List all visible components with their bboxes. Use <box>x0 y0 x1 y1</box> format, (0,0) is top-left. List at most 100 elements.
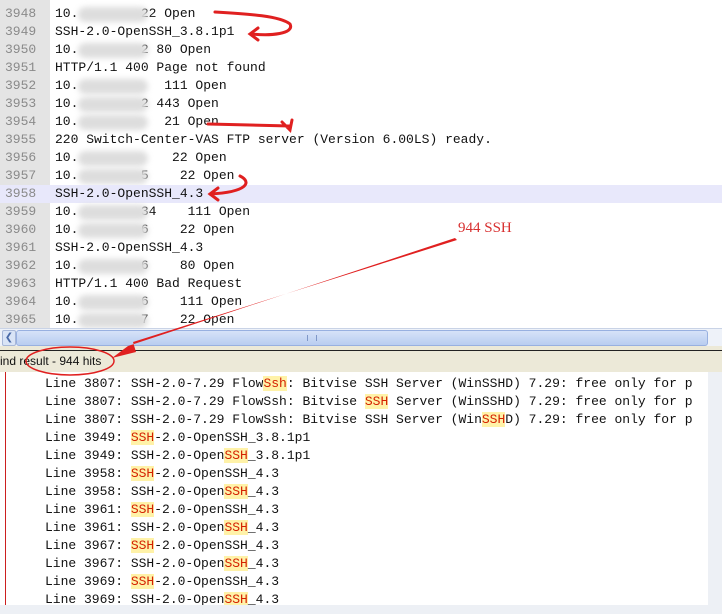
editor-line[interactable]: 3959 10. 34 111 Open <box>0 203 722 221</box>
redacted-ip-blur <box>78 259 148 274</box>
result-row[interactable]: Line 3967: SSH-2.0-OpenSSH_4.3 <box>45 555 279 573</box>
result-text: Line 3961: <box>45 502 131 517</box>
editor-line[interactable]: 396210. 6 80 Open <box>0 257 722 275</box>
editor-line[interactable]: 3954 10. 21 Open <box>0 113 722 131</box>
result-text: Line 3807: SSH-2.0-7.29 FlowSsh: Bitvise <box>45 394 365 409</box>
results-bottom-strip <box>0 605 722 614</box>
result-row[interactable]: Line 3961: SSH-2.0-OpenSSH_4.3 <box>45 501 279 519</box>
find-results-panel[interactable]: Line 3807: SSH-2.0-7.29 FlowSsh: Bitvise… <box>0 372 711 605</box>
result-text: D) 7.29: free only for p <box>505 412 693 427</box>
result-text: _4.3 <box>247 556 280 571</box>
editor-line[interactable]: 396510. 7 22 Open <box>0 311 722 328</box>
redacted-ip-blur <box>78 313 148 328</box>
redacted-ip-blur <box>78 151 148 166</box>
editor-line[interactable]: 3951 HTTP/1.1 400 Page not found <box>0 59 722 77</box>
redacted-ip-blur <box>78 223 148 238</box>
result-match: SSH <box>364 394 389 409</box>
result-row[interactable]: Line 3967: SSH-2.0-OpenSSH_4.3 <box>45 537 279 555</box>
line-number: 3962 <box>5 258 37 273</box>
find-result-header: ind result - 944 hits <box>0 351 722 372</box>
editor-line[interactable]: 395010. 2 80 Open <box>0 41 722 59</box>
line-number: 3955 <box>5 132 37 147</box>
result-text: Line 3967: <box>45 538 131 553</box>
result-row[interactable]: Line 3807: SSH-2.0-7.29 FlowSsh: Bitvise… <box>45 393 693 411</box>
redacted-ip-blur <box>78 97 148 112</box>
result-text: Line 3961: SSH-2.0-Open <box>45 520 225 535</box>
result-match: SSH <box>130 538 155 553</box>
result-match: SSH <box>224 520 248 535</box>
result-text: -2.0-OpenSSH_4.3 <box>154 502 280 517</box>
editor-line[interactable]: 3956 10. 22 Open <box>0 149 722 167</box>
result-row[interactable]: Line 3807: SSH-2.0-7.29 FlowSsh: Bitvise… <box>45 411 693 429</box>
line-number: 3953 <box>5 96 37 111</box>
result-text: Line 3949: <box>45 430 131 445</box>
editor-pane[interactable]: 3948 10. 22 Open 3949 SSH-2.0-OpenSSH_3.8.1… <box>0 0 722 328</box>
result-match: SSH <box>224 592 248 605</box>
redacted-ip-blur <box>78 79 148 94</box>
editor-line[interactable]: 3952 10. 111 Open <box>0 77 722 95</box>
result-match: SSH <box>224 448 248 463</box>
result-text: -2.0-OpenSSH_4.3 <box>154 538 280 553</box>
editor-line[interactable]: 3964 10. 6 111 Open <box>0 293 722 311</box>
result-text: _4.3 <box>247 520 280 535</box>
result-text: Line 3949: SSH-2.0-Open <box>45 448 225 463</box>
line-number: 3949 <box>5 24 37 39</box>
result-match: SSH <box>130 466 155 481</box>
result-row[interactable]: Line 3961: SSH-2.0-OpenSSH_4.3 <box>45 519 279 537</box>
line-number: 3956 <box>5 150 37 165</box>
line-number: 3965 <box>5 312 37 327</box>
editor-line[interactable]: 3963 HTTP/1.1 400 Bad Request <box>0 275 722 293</box>
redacted-ip-blur <box>78 169 148 184</box>
result-row[interactable]: Line 3958: SSH-2.0-OpenSSH_4.3 <box>45 465 279 483</box>
editor-line[interactable]: 3949 SSH-2.0-OpenSSH_3.8.1p1 <box>0 23 722 41</box>
result-text: Line 3958: <box>45 466 131 481</box>
line-number: 3961 <box>5 240 37 255</box>
result-row[interactable]: Line 3949: SSH-2.0-OpenSSH_3.8.1p1 <box>45 429 310 447</box>
annotation-note: 944 SSH <box>458 220 512 236</box>
result-text: Line 3807: SSH-2.0-7.29 Flow <box>45 376 264 391</box>
line-number: 3958 <box>5 186 37 201</box>
result-text: _4.3 <box>247 592 280 605</box>
grip-icon <box>307 335 317 341</box>
result-text: Line 3969: <box>45 574 131 589</box>
result-text: -2.0-OpenSSH_4.3 <box>154 574 280 589</box>
result-match: SSH <box>130 430 155 445</box>
result-text: Server (WinSSHD) 7.29: free only for p <box>388 394 693 409</box>
result-match: SSH <box>224 556 248 571</box>
redacted-ip-blur <box>78 43 148 58</box>
result-text: _3.8.1p1 <box>247 448 311 463</box>
result-text: Line 3807: SSH-2.0-7.29 FlowSsh: Bitvise… <box>45 412 482 427</box>
line-text: 220 Switch-Center-VAS FTP server (Versio… <box>55 132 492 147</box>
editor-line[interactable]: 3948 10. 22 Open <box>0 5 722 23</box>
editor-line[interactable]: 396010. 6 22 Open <box>0 221 722 239</box>
line-text: SSH-2.0-OpenSSH_4.3 <box>55 186 204 201</box>
editor-line[interactable]: 3961 SSH-2.0-OpenSSH_4.3 <box>0 239 722 257</box>
redacted-ip-blur <box>78 7 148 22</box>
horizontal-scrollbar[interactable]: ❮ <box>0 328 722 346</box>
editor-line[interactable]: 395710. 5 22 Open <box>0 167 722 185</box>
line-number: 3957 <box>5 168 37 183</box>
editor-line[interactable]: 395310. 2 443 Open <box>0 95 722 113</box>
result-text: -2.0-OpenSSH_3.8.1p1 <box>154 430 311 445</box>
line-number: 3960 <box>5 222 37 237</box>
redacted-ip-blur <box>78 115 148 130</box>
result-row[interactable]: Line 3949: SSH-2.0-OpenSSH_3.8.1p1 <box>45 447 310 465</box>
editor-line[interactable]: 3955 220 Switch-Center-VAS FTP server (Ve… <box>0 131 722 149</box>
result-match: SSH <box>481 412 506 427</box>
editor-line[interactable]: 3958 SSH-2.0-OpenSSH_4.3 <box>0 185 722 203</box>
line-number: 3950 <box>5 42 37 57</box>
line-text: SSH-2.0-OpenSSH_4.3 <box>55 240 204 255</box>
result-match: SSH <box>130 502 155 517</box>
result-row[interactable]: Line 3969: SSH-2.0-OpenSSH_4.3 <box>45 573 279 591</box>
result-text: Line 3969: SSH-2.0-Open <box>45 592 225 605</box>
scrollbar-thumb[interactable] <box>16 330 708 346</box>
scroll-left-button[interactable]: ❮ <box>2 330 16 346</box>
result-match: SSH <box>130 574 155 589</box>
result-row[interactable]: Line 3969: SSH-2.0-OpenSSH_4.3 <box>45 591 279 605</box>
results-side-strip <box>708 372 722 614</box>
result-row[interactable]: Line 3807: SSH-2.0-7.29 FlowSsh: Bitvise… <box>45 375 693 393</box>
result-match: Ssh <box>263 376 287 391</box>
line-number: 3959 <box>5 204 37 219</box>
result-row[interactable]: Line 3958: SSH-2.0-OpenSSH_4.3 <box>45 483 279 501</box>
result-text: _4.3 <box>247 484 280 499</box>
